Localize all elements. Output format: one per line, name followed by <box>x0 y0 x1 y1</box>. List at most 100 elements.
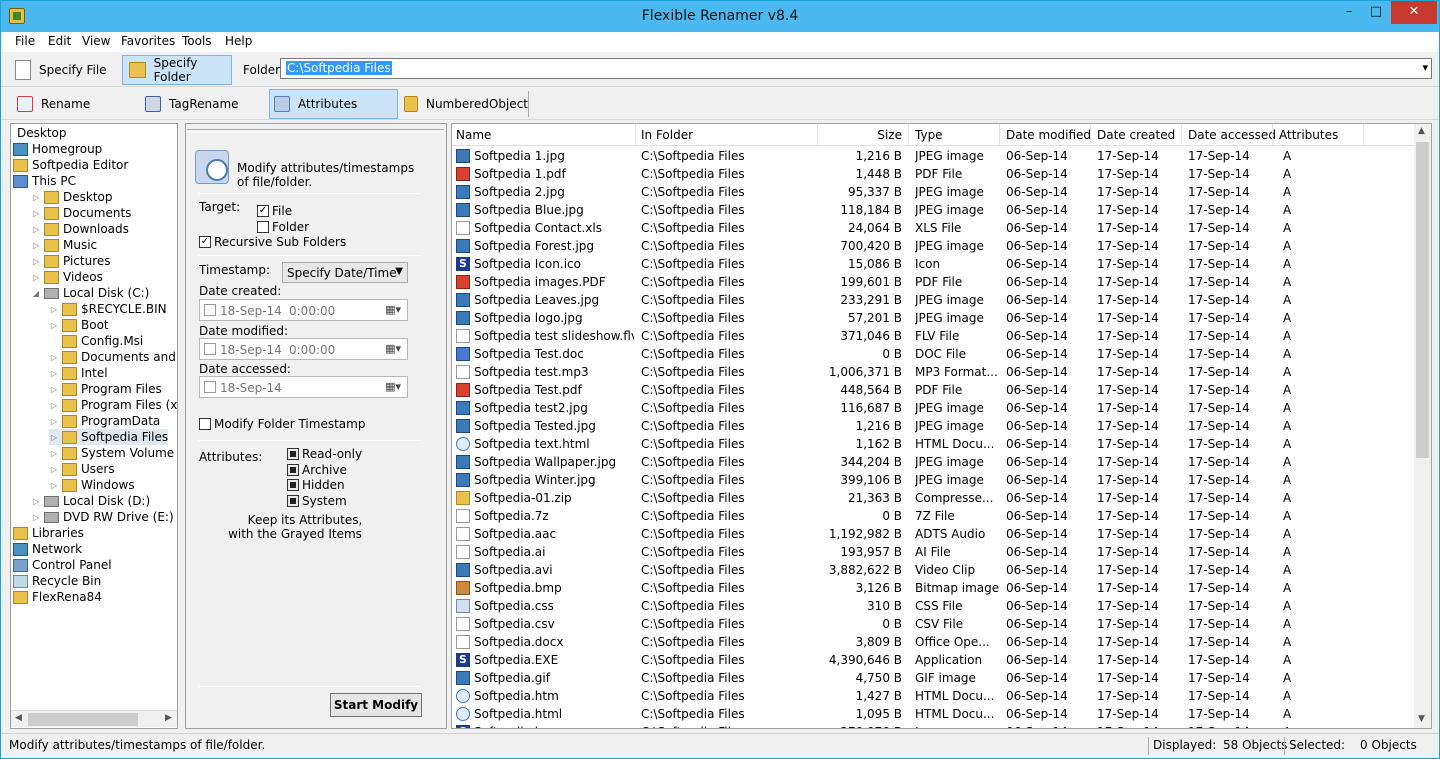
table-row[interactable]: Softpedia Test.pdf C:\Softpedia Files 448,… <box>452 381 1417 399</box>
rename-tab[interactable]: Rename <box>13 89 133 119</box>
column-divider[interactable] <box>1181 124 1182 146</box>
folder-checkbox[interactable] <box>257 221 269 233</box>
column-header[interactable]: Size <box>818 128 902 142</box>
expand-icon[interactable]: ▷ <box>31 257 41 266</box>
table-row[interactable]: Softpedia Test.doc C:\Softpedia Files 0 B D… <box>452 345 1417 363</box>
tree-node[interactable]: ▷ Documents and Se <box>49 349 177 365</box>
column-divider[interactable] <box>908 124 909 146</box>
tree-node[interactable]: ▷ Downloads <box>31 221 129 237</box>
table-row[interactable]: Softpedia test.mp3 C:\Softpedia Files 1,00… <box>452 363 1417 381</box>
date-created-checkbox[interactable] <box>204 304 216 316</box>
file-list-scroll-thumb[interactable] <box>1416 142 1429 458</box>
readonly-checkbox[interactable] <box>287 448 299 460</box>
specify-folder-button[interactable]: Specify Folder <box>122 55 232 85</box>
timestamp-select[interactable]: Specify Date/Time ▼ <box>282 262 408 283</box>
expand-icon[interactable]: ▷ <box>31 513 41 522</box>
file-checkbox[interactable]: ✓ <box>257 205 269 217</box>
expand-icon[interactable]: ▷ <box>49 417 59 426</box>
specify-file-button[interactable]: Specify File <box>11 55 117 85</box>
tree-node[interactable]: ▷ Documents <box>31 205 132 221</box>
minimize-button[interactable]: – <box>1335 1 1363 24</box>
table-row[interactable]: Softpedia text.html C:\Softpedia Files 1,1… <box>452 435 1417 453</box>
system-checkbox[interactable] <box>287 495 299 507</box>
table-row[interactable]: Softpedia images.PDF C:\Softpedia Files 19… <box>452 273 1417 291</box>
calendar-icon[interactable]: ▦▾ <box>385 303 401 316</box>
table-row[interactable]: S Softpedia Icon.ico C:\Softpedia Files 15,… <box>452 255 1417 273</box>
column-divider[interactable] <box>817 124 818 146</box>
archive-checkbox[interactable] <box>287 464 299 476</box>
expand-icon[interactable]: ▷ <box>31 193 41 202</box>
tree-node[interactable]: ▷ Boot <box>49 317 109 333</box>
table-row[interactable]: Softpedia Wallpaper.jpg C:\Softpedia File… <box>452 453 1417 471</box>
file-list[interactable]: Name In Folder Size Type Date modified Date c… <box>451 123 1432 729</box>
numberedobject-tab[interactable]: NumberedObject <box>400 89 528 119</box>
menu-favorites[interactable]: Favorites <box>121 34 175 48</box>
date-created-field[interactable]: 18-Sep-14 0:00:00 ▦▾ <box>199 299 408 321</box>
folder-path-combo[interactable]: C:\Softpedia Files ▾ <box>280 58 1432 79</box>
table-row[interactable]: Softpedia.bmp C:\Softpedia Files 3,126 B Bi… <box>452 579 1417 597</box>
expand-icon[interactable]: ▷ <box>49 433 59 442</box>
menu-edit[interactable]: Edit <box>48 34 71 48</box>
expand-icon[interactable]: ▷ <box>49 465 59 474</box>
column-header[interactable]: Type <box>915 128 943 142</box>
tree-node[interactable]: ▷ Local Disk (D:) <box>31 493 150 509</box>
table-row[interactable]: Softpedia Winter.jpg C:\Softpedia Files 39… <box>452 471 1417 489</box>
column-divider[interactable] <box>635 124 636 146</box>
table-row[interactable]: Softpedia.aac C:\Softpedia Files 1,192,982… <box>452 525 1417 543</box>
tree-node[interactable]: ▷ Intel <box>49 365 108 381</box>
tree-node[interactable]: FlexRena84 <box>13 589 102 605</box>
table-row[interactable]: Softpedia logo.jpg C:\Softpedia Files 57,2… <box>452 309 1417 327</box>
expand-icon[interactable]: ▷ <box>49 369 59 378</box>
table-row[interactable]: Softpedia Contact.xls C:\Softpedia Files 2… <box>452 219 1417 237</box>
tree-node[interactable]: Homegroup <box>13 141 102 157</box>
scroll-down-icon[interactable]: ▼ <box>1418 714 1425 724</box>
column-header[interactable]: Date accessed <box>1188 128 1276 142</box>
calendar-icon[interactable]: ▦▾ <box>385 380 401 393</box>
expand-icon[interactable]: ▷ <box>31 273 41 282</box>
tree-node[interactable]: Libraries <box>13 525 84 541</box>
table-row[interactable]: Softpedia.7z C:\Softpedia Files 0 B 7Z File… <box>452 507 1417 525</box>
menu-help[interactable]: Help <box>225 34 252 48</box>
folder-tree[interactable]: Desktop Homegroup Softpedia Editor This PC ▷… <box>10 123 178 729</box>
expand-icon[interactable]: ▷ <box>31 209 41 218</box>
expand-icon[interactable]: ▷ <box>31 241 41 250</box>
tree-node[interactable]: ▷ Softpedia Files <box>49 429 169 445</box>
collapse-icon[interactable]: ◢ <box>31 289 41 298</box>
tree-node[interactable]: ◢ Local Disk (C:) <box>31 285 149 301</box>
tree-horizontal-scrollbar[interactable]: ◀ ▶ <box>11 710 177 727</box>
column-header[interactable]: Attributes <box>1279 128 1338 142</box>
modify-folder-timestamp-checkbox[interactable] <box>199 418 211 430</box>
file-list-vertical-scrollbar[interactable]: ▲ ▼ <box>1414 124 1431 728</box>
expand-icon[interactable]: ▷ <box>49 401 59 410</box>
recursive-checkbox[interactable]: ✓ <box>199 236 211 248</box>
column-header[interactable]: Name <box>456 128 491 142</box>
column-divider[interactable] <box>999 124 1000 146</box>
tree-node[interactable]: Recycle Bin <box>13 573 101 589</box>
date-modified-field[interactable]: 18-Sep-14 0:00:00 ▦▾ <box>199 338 408 360</box>
expand-icon[interactable]: ▷ <box>49 353 59 362</box>
tree-node[interactable]: ▷ Users <box>49 461 115 477</box>
tree-node[interactable]: ▷ Music <box>31 237 97 253</box>
date-accessed-checkbox[interactable] <box>204 381 216 393</box>
tagrename-tab[interactable]: TagRename <box>141 89 263 119</box>
column-divider[interactable] <box>1272 124 1273 146</box>
tree-node[interactable]: ▷ System Volume In <box>49 445 177 461</box>
tree-node[interactable]: Config.Msi <box>49 333 143 349</box>
table-row[interactable]: S Softpedia.ico C:\Softpedia Files 270,070 … <box>452 723 1417 728</box>
table-row[interactable]: Softpedia test2.jpg C:\Softpedia Files 116… <box>452 399 1417 417</box>
column-header[interactable]: Date modified <box>1006 128 1091 142</box>
table-row[interactable]: Softpedia.csv C:\Softpedia Files 0 B CSV Fi… <box>452 615 1417 633</box>
table-row[interactable]: S Softpedia.EXE C:\Softpedia Files 4,390,64… <box>452 651 1417 669</box>
table-row[interactable]: Softpedia.css C:\Softpedia Files 310 B CSS … <box>452 597 1417 615</box>
tree-node[interactable]: ▷ Desktop <box>31 189 113 205</box>
column-header[interactable]: In Folder <box>641 128 693 142</box>
maximize-button[interactable]: □ <box>1363 1 1389 24</box>
date-accessed-field[interactable]: 18-Sep-14 ▦▾ <box>199 376 408 398</box>
column-header[interactable]: Date created <box>1097 128 1175 142</box>
hidden-checkbox[interactable] <box>287 479 299 491</box>
attributes-tab[interactable]: Attributes <box>269 89 398 119</box>
table-row[interactable]: Softpedia Tested.jpg C:\Softpedia Files 1,… <box>452 417 1417 435</box>
expand-icon[interactable]: ▷ <box>49 385 59 394</box>
table-row[interactable]: Softpedia test slideshow.flv C:\Softpedia… <box>452 327 1417 345</box>
table-row[interactable]: Softpedia Leaves.jpg C:\Softpedia Files 23… <box>452 291 1417 309</box>
